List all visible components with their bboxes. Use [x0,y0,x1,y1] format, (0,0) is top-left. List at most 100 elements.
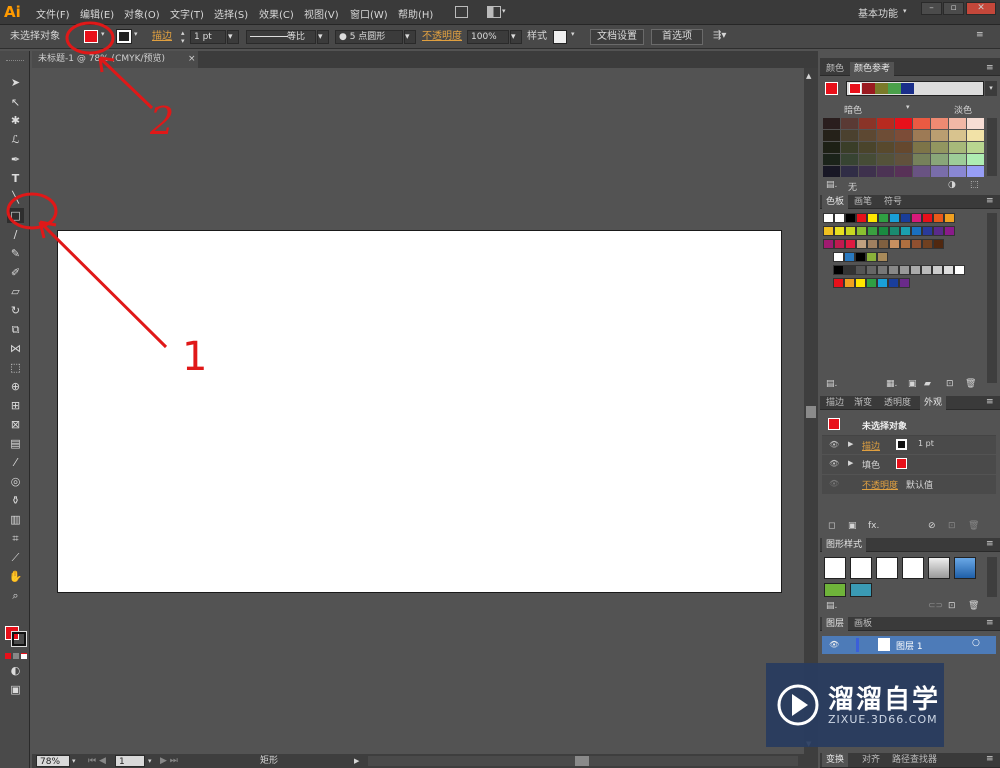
swatch[interactable] [911,239,922,249]
color-guide-grid[interactable] [823,118,986,177]
horizontal-scrollbar[interactable] [368,756,798,766]
eye-icon[interactable]: 👁 [829,479,839,488]
blob-brush-tool-icon[interactable]: ✐ [7,265,24,280]
swatch[interactable] [855,252,866,262]
color-guide-swatch[interactable] [859,166,876,177]
trash-icon[interactable]: 🗑 [968,521,979,531]
slice-tool-icon[interactable]: ⟋ [7,550,24,565]
color-guide-swatch[interactable] [895,142,912,153]
selection-tool-icon[interactable]: ➤ [7,75,24,90]
eye-icon[interactable]: 👁 [829,459,839,468]
graphic-style-shadow[interactable] [902,557,924,579]
graphic-style-teal[interactable] [850,583,872,597]
color-guide-swatch[interactable] [877,130,894,141]
swatch[interactable] [855,278,866,288]
opacity-input[interactable]: 100% [467,30,509,44]
scroll-up-icon[interactable]: ▲ [806,72,811,80]
base-color-swatch[interactable] [825,82,838,95]
add-stroke-icon[interactable]: ◻ [828,521,835,531]
chevron-down-icon[interactable]: ▾ [985,81,997,96]
panel-menu-icon[interactable]: ≡ [976,30,984,40]
tab-brushes[interactable]: 画笔 [850,195,876,209]
tab-transform[interactable]: 变换 [822,753,849,767]
swatch[interactable] [844,252,855,262]
swatch[interactable] [943,265,954,275]
tab-gradient[interactable]: 渐变 [850,396,876,410]
width-tool-icon[interactable]: ⋈ [7,341,24,356]
pen-tool-icon[interactable]: ✒ [7,152,24,167]
swatch[interactable] [844,278,855,288]
magic-wand-tool-icon[interactable]: ✱ [7,113,24,128]
color-guide-swatch[interactable] [841,154,858,165]
swatch[interactable] [900,226,911,236]
scroll-thumb[interactable] [575,756,589,766]
tab-color-guide[interactable]: 颜色参考 [850,62,895,76]
panel-menu-icon[interactable]: ≡ [986,63,994,73]
menu-effect[interactable]: 效果(C) [259,6,294,21]
line-segment-tool-icon[interactable]: ╲ [7,190,24,205]
swatch[interactable] [933,239,944,249]
color-guide-swatch[interactable] [967,142,984,153]
swatch[interactable] [911,213,922,223]
swatch[interactable] [845,213,856,223]
new-swatch-icon[interactable]: ⊡ [946,379,954,389]
color-guide-swatch[interactable] [931,118,948,129]
page-input[interactable]: 1 [115,755,145,767]
color-guide-swatch[interactable] [841,130,858,141]
tab-symbols[interactable]: 符号 [880,195,906,209]
swatch[interactable] [855,265,866,275]
color-guide-swatch[interactable] [949,142,966,153]
status-menu-icon[interactable]: ▶ [354,754,359,768]
color-guide-swatch[interactable] [823,130,840,141]
swatch[interactable] [899,265,910,275]
canvas-area[interactable] [32,68,804,754]
edit-colors-icon[interactable]: ◑ [948,180,956,190]
scrollbar[interactable] [987,118,997,176]
color-guide-swatch[interactable] [967,154,984,165]
swatch[interactable] [877,265,888,275]
graphic-style-bevel[interactable] [928,557,950,579]
chevron-down-icon[interactable]: ▾ [571,30,575,38]
swatch[interactable] [922,226,933,236]
chevron-down-icon[interactable]: ▾ [317,30,329,44]
scrollbar[interactable] [987,557,997,597]
menu-window[interactable]: 窗口(W) [350,6,388,21]
artboard-tool-icon[interactable]: ⌗ [7,531,24,546]
lasso-tool-icon[interactable]: ℒ [7,132,24,147]
color-guide-swatch[interactable] [823,154,840,165]
color-guide-swatch[interactable] [859,130,876,141]
chevron-down-icon[interactable]: ▾ [148,754,152,768]
swatch[interactable] [888,278,899,288]
type-tool-icon[interactable]: T [7,171,24,186]
graphic-style-default[interactable] [824,557,846,579]
swatch[interactable] [944,213,955,223]
color-guide-swatch[interactable] [913,130,930,141]
menu-select[interactable]: 选择(S) [214,6,248,21]
clear-appearance-icon[interactable]: ⊘ [928,521,936,531]
swatch[interactable] [899,278,910,288]
stroke-color-box[interactable] [11,631,27,647]
tab-layers[interactable]: 图层 [822,617,849,631]
stepper-icon[interactable]: ▴ ▾ [181,29,185,45]
color-guide-swatch[interactable] [949,154,966,165]
swatch[interactable] [866,265,877,275]
swatch[interactable] [823,226,834,236]
swatch[interactable] [944,226,955,236]
zoom-level[interactable]: 78% [36,755,70,767]
graphic-style-blue[interactable] [954,557,976,579]
panel-menu-icon[interactable]: ≡ [986,618,994,628]
harmony-rules[interactable] [846,81,984,96]
swatch[interactable] [933,226,944,236]
swatch[interactable] [877,252,888,262]
color-guide-swatch[interactable] [859,118,876,129]
fill-swatch[interactable] [896,458,907,469]
color-guide-swatch[interactable] [931,130,948,141]
eraser-tool-icon[interactable]: ▱ [7,284,24,299]
hand-tool-icon[interactable]: ✋ [7,569,24,584]
swatch[interactable] [921,265,932,275]
stroke-link[interactable]: 描边 [862,439,880,452]
symbol-sprayer-tool-icon[interactable]: ⚱ [7,493,24,508]
graphic-style-white[interactable] [876,557,898,579]
graphic-style-green[interactable] [824,583,846,597]
color-mode-icon[interactable] [5,653,11,659]
